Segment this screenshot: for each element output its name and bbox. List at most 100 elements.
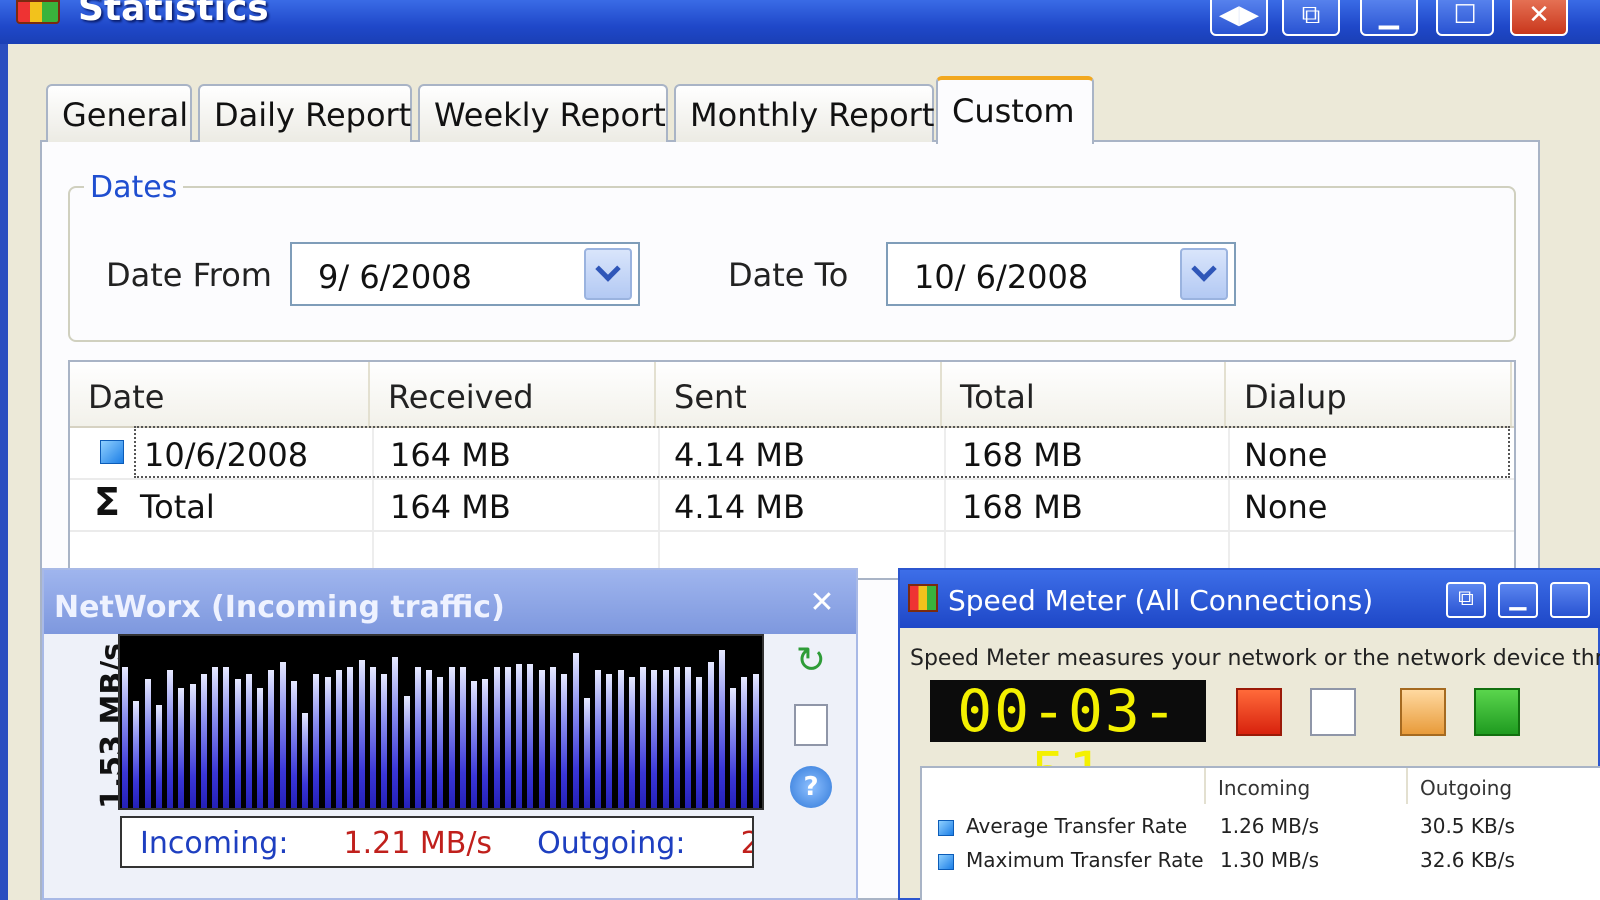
networx-title: NetWorx (Incoming traffic) [54,590,505,625]
traffic-bar [696,677,703,808]
cell-sent: 4.14 MB [674,436,805,474]
traffic-bar [426,670,433,808]
traffic-bar [302,713,309,808]
column-header-received[interactable]: Received [370,362,656,426]
traffic-bar [403,696,410,808]
traffic-bar [685,667,692,808]
switch-view-button[interactable]: ◀▶ [1210,0,1268,36]
column-header-date[interactable]: Date [70,362,370,426]
traffic-bar [504,667,511,808]
date-to-label: Date To [728,256,849,294]
maximize-button[interactable] [1550,582,1590,618]
tab-weekly-report[interactable]: Weekly Report [418,84,668,142]
traffic-bar [392,657,399,808]
new-document-icon[interactable] [1310,688,1356,736]
clipboard-icon[interactable] [1400,688,1446,736]
cell-date: Total [140,488,215,526]
stat-square-icon [938,854,954,870]
traffic-bar [167,670,174,808]
traffic-bar [122,667,128,808]
close-icon[interactable]: ✕ [806,588,838,620]
close-button[interactable]: ✕ [1510,0,1568,36]
table-row-total[interactable]: Σ Total 164 MB 4.14 MB 168 MB None [70,480,1514,532]
column-header-total[interactable]: Total [942,362,1226,426]
traffic-bar [448,667,455,808]
maximize-button[interactable]: ☐ [1436,0,1494,36]
traffic-bar [245,674,252,808]
traffic-bar [741,677,748,808]
traffic-bar [313,674,320,808]
sigma-icon: Σ [94,480,120,524]
traffic-bar [628,677,635,808]
traffic-bar [471,681,478,808]
date-to-dropdown-button[interactable] [1180,248,1228,300]
traffic-bar [212,667,219,808]
traffic-bar [279,662,286,808]
tab-daily-report[interactable]: Daily Report [198,84,412,142]
cell-sent: 4.14 MB [674,488,805,526]
traffic-bar [257,688,264,808]
report-table[interactable]: Date Received Sent Total Dialup 10/6/200… [68,360,1516,580]
refresh-icon[interactable]: ↻ [790,640,832,682]
stop-icon[interactable] [1236,688,1282,736]
tab-monthly-report[interactable]: Monthly Report [674,84,934,142]
traffic-bar [459,667,466,808]
column-header-dialup[interactable]: Dialup [1226,362,1512,426]
tab-custom[interactable]: Custom [936,76,1094,144]
speed-meter-title-bar[interactable]: Speed Meter (All Connections) ⧉ ▁ [900,570,1600,628]
traffic-bar [561,674,568,808]
page-icon[interactable] [794,704,828,746]
day-square-icon [100,440,124,464]
speed-meter-window: Speed Meter (All Connections) ⧉ ▁ Speed … [898,568,1600,900]
traffic-bar [358,660,365,808]
traffic-bar [369,667,376,808]
table-row[interactable]: 10/6/2008 164 MB 4.14 MB 168 MB None [70,426,1514,480]
stat-maximum-incoming: 1.30 MB/s [1220,848,1320,872]
traffic-bar [234,679,241,808]
traffic-bar [752,674,759,808]
stat-maximum-outgoing: 32.6 KB/s [1420,848,1515,872]
traffic-bar [516,664,523,808]
traffic-readout: Incoming: 1.21 MB/s Outgoing: 29.6 KB/ [120,816,754,868]
app-icon [16,0,60,24]
chevron-down-icon [595,256,621,282]
minimize-button[interactable]: ▁ [1498,582,1538,618]
cell-dialup: None [1244,488,1328,526]
restore-button[interactable]: ⧉ [1446,582,1486,618]
traffic-bar [640,667,647,808]
stat-average-incoming: 1.26 MB/s [1220,814,1320,838]
date-from-dropdown-button[interactable] [584,248,632,300]
stat-average-outgoing: 30.5 KB/s [1420,814,1515,838]
incoming-value: 1.21 MB/s [343,826,493,861]
traffic-bar [617,670,624,808]
traffic-bar [606,674,613,808]
cell-date: 10/6/2008 [144,436,309,474]
save-icon[interactable] [1474,688,1520,736]
tab-general[interactable]: General [46,84,192,142]
traffic-bar [572,653,579,808]
traffic-bar [324,677,331,808]
traffic-bar [268,670,275,808]
help-icon[interactable]: ? [790,766,832,808]
elapsed-timer: 00-03-51 [930,680,1206,804]
column-header-incoming: Incoming [1218,776,1311,800]
column-header-outgoing: Outgoing [1420,776,1513,800]
restore-icon-button[interactable]: ⧉ [1282,0,1340,36]
networx-title-bar[interactable]: NetWorx (Incoming traffic) ✕ [44,570,856,634]
traffic-bar [381,674,388,808]
outgoing-label: Outgoing: [537,826,686,861]
traffic-bar [730,688,737,808]
traffic-bar [583,698,590,808]
title-bar: Statistics ◀▶ ⧉ ▁ ☐ ✕ [0,0,1600,44]
traffic-bar [155,705,162,808]
traffic-bar [290,681,297,808]
app-icon [908,584,938,612]
cell-total: 168 MB [962,436,1083,474]
traffic-bar [347,667,354,808]
outgoing-value: 29.6 KB/ [741,826,752,861]
traffic-graph [118,634,764,810]
dates-group-label: Dates [84,170,184,205]
stat-label-maximum: Maximum Transfer Rate [966,848,1204,872]
column-header-sent[interactable]: Sent [656,362,942,426]
minimize-button[interactable]: ▁ [1360,0,1418,36]
